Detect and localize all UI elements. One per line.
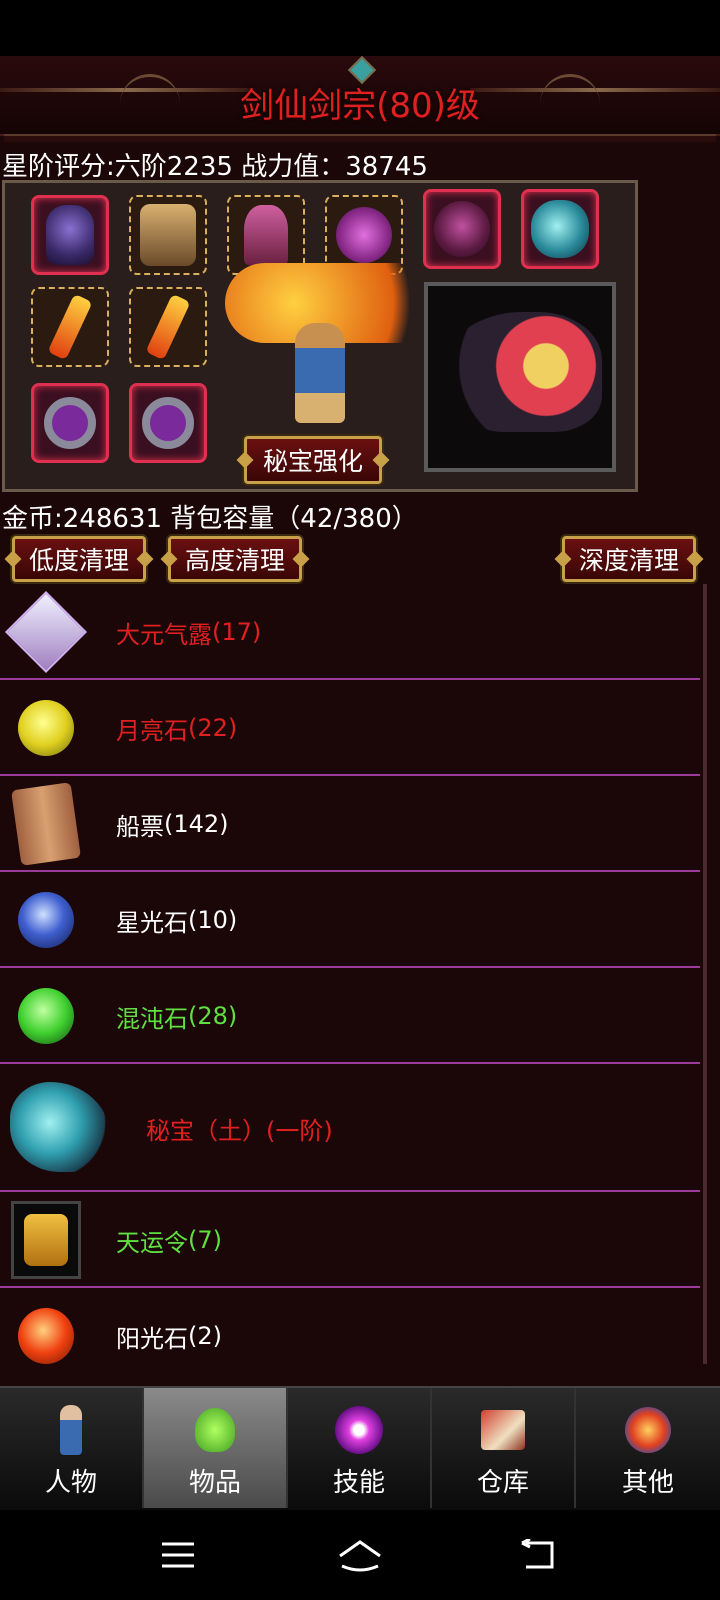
item-label: 秘宝（土） (一阶) (146, 1116, 333, 1145)
menu-icon[interactable] (148, 1532, 208, 1578)
home-icon[interactable] (330, 1532, 390, 1578)
tab-label: 人物 (44, 1468, 97, 1498)
title-banner: 剑仙剑宗(80)级 (0, 56, 720, 136)
list-item[interactable]: 月亮石 (22) (0, 680, 700, 776)
inventory-scrollbar[interactable] (703, 584, 707, 1364)
chaos-stone-icon (6, 976, 86, 1056)
treasure-enhance-button[interactable]: 秘宝强化 (244, 436, 382, 484)
pet-display[interactable] (424, 282, 616, 472)
list-item[interactable]: 天运令 (7) (0, 1192, 700, 1288)
gem-bracelet-icon (44, 397, 96, 449)
back-icon[interactable] (508, 1532, 568, 1578)
list-item[interactable]: 星光石 (10) (0, 872, 700, 968)
treasure-enhance-label: 秘宝强化 (262, 447, 363, 476)
tab-items[interactable]: 物品 (144, 1388, 288, 1508)
item-label: 阳光石 (2) (116, 1322, 222, 1353)
rating-and-power: 星阶评分:六阶2235 战力值：38745 (2, 152, 428, 182)
armor-icon (140, 204, 196, 266)
item-label: 船票 (142) (116, 810, 229, 841)
status-bar (0, 0, 720, 56)
helmet-slot[interactable] (31, 195, 109, 275)
boots-slot-left[interactable] (31, 383, 109, 463)
system-nav-bar (0, 1510, 720, 1600)
tab-other[interactable]: 其他 (576, 1388, 720, 1508)
mount-slot[interactable] (521, 189, 599, 269)
deep-clean-label: 深度清理 (578, 546, 679, 575)
character-icon (46, 1402, 96, 1458)
gold-and-bag-capacity: 金币:248631 背包容量（42/380） (2, 504, 418, 534)
low-clean-label: 低度清理 (28, 546, 129, 575)
boots-slot-right[interactable] (129, 383, 207, 463)
mask-helmet-icon (46, 205, 94, 265)
starlight-stone-icon (6, 880, 86, 960)
page-title: 剑仙剑宗(80)级 (240, 86, 480, 126)
skills-icon (334, 1402, 384, 1458)
treasure-beast-icon (0, 1072, 120, 1182)
flame-sword-icon (145, 293, 191, 361)
other-icon (623, 1402, 673, 1458)
fortune-token-icon (6, 1200, 86, 1280)
item-label: 月亮石 (22) (116, 714, 238, 745)
list-item[interactable]: 大元气露 (17) (0, 584, 700, 680)
deep-clean-button[interactable]: 深度清理 (562, 536, 696, 582)
frame-divider (4, 134, 716, 142)
items-potion-icon (190, 1402, 240, 1458)
list-item[interactable]: 秘宝（土） (一阶) (0, 1064, 700, 1192)
item-label: 大元气露 (17) (116, 618, 262, 649)
game-screen: 剑仙剑宗(80)级 星阶评分:六阶2235 战力值：38745 秘宝强化 金币:… (0, 56, 720, 1386)
tab-skills[interactable]: 技能 (288, 1388, 432, 1508)
tab-warehouse[interactable]: 仓库 (432, 1388, 576, 1508)
high-clean-label: 高度清理 (184, 546, 285, 575)
low-clean-button[interactable]: 低度清理 (12, 536, 146, 582)
character-figure (295, 323, 345, 423)
tab-label: 仓库 (476, 1468, 529, 1498)
potion-icon (4, 590, 88, 674)
flame-sword-icon (47, 293, 93, 361)
ring-slot-left[interactable] (31, 287, 109, 367)
lion-beast-icon (442, 312, 602, 432)
armor-slot[interactable] (129, 195, 207, 275)
list-item[interactable]: 船票 (142) (0, 776, 700, 872)
ring-slot-right[interactable] (129, 287, 207, 367)
tab-character[interactable]: 人物 (0, 1388, 144, 1508)
list-item[interactable]: 混沌石 (28) (0, 968, 700, 1064)
bottom-tab-bar: 人物 物品 技能 仓库 其他 (0, 1386, 720, 1512)
ticket-scroll-icon (6, 782, 86, 866)
wolf-head-icon (531, 200, 589, 258)
item-label: 天运令 (7) (116, 1226, 222, 1257)
moonstone-icon (6, 688, 86, 768)
high-clean-button[interactable]: 高度清理 (168, 536, 302, 582)
character-preview (225, 243, 455, 423)
tab-label: 其他 (621, 1468, 674, 1498)
list-item[interactable]: 阳光石 (2) (0, 1288, 700, 1364)
tab-label: 物品 (188, 1468, 241, 1498)
item-label: 混沌石 (28) (116, 1002, 238, 1033)
inventory-list[interactable]: 大元气露 (17) 月亮石 (22) 船票 (142) 星光石 (10) 混沌石… (0, 584, 700, 1364)
warehouse-icon (478, 1402, 528, 1458)
item-label: 星光石 (10) (116, 906, 238, 937)
gem-bracelet-icon (142, 397, 194, 449)
tab-label: 技能 (332, 1468, 385, 1498)
sunstone-icon (6, 1296, 86, 1364)
